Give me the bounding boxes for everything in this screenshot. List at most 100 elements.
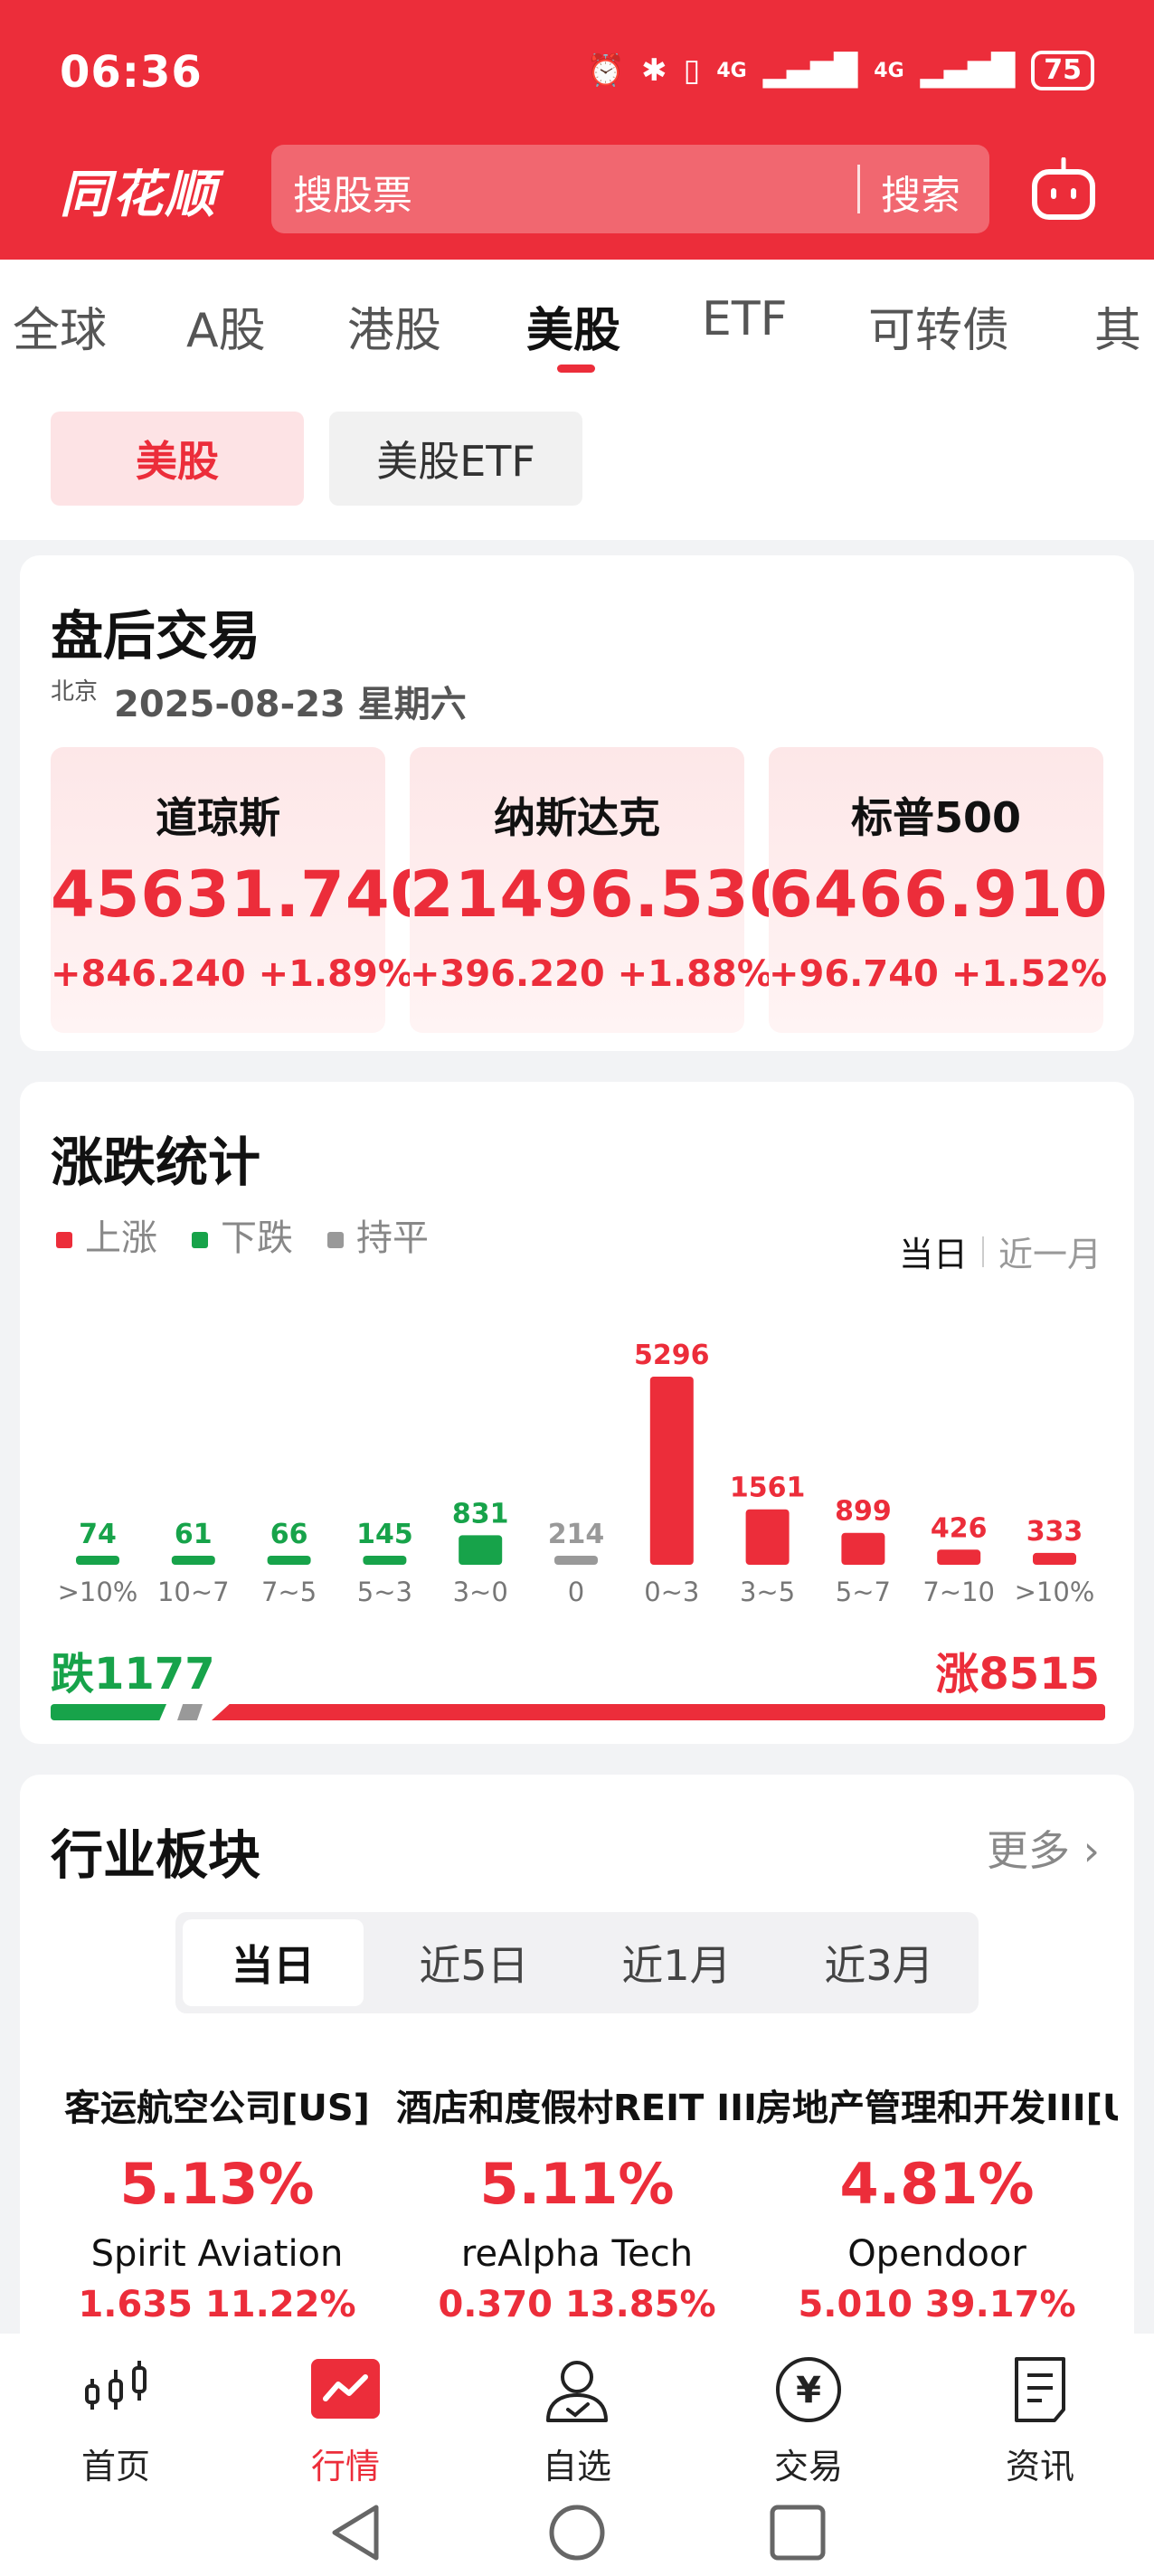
sub-tabs: 美股 美股ETF xyxy=(0,377,1154,540)
bar-category-label: 0 xyxy=(568,1577,584,1607)
bar-category-label: >10% xyxy=(1015,1577,1095,1607)
tab-etf[interactable]: ETF xyxy=(702,292,788,346)
bar-value-label: 5296 xyxy=(634,1340,710,1371)
market-tabs: 全球 A股 港股 美股 ETF 可转债 其 xyxy=(0,260,1154,377)
search-divider xyxy=(857,165,860,213)
active-tab-indicator xyxy=(557,365,595,373)
sector-item[interactable]: 客运航空公司[US] 5.13% Spirit Aviation 1.635 1… xyxy=(36,2079,398,2325)
recents-icon xyxy=(770,2505,826,2561)
index-value: 21496.530 xyxy=(410,857,795,932)
alarm-icon: ⏰ xyxy=(586,52,626,89)
search-button[interactable]: 搜索 xyxy=(881,163,960,221)
bar-fall xyxy=(459,1535,503,1565)
bar-value-label: 145 xyxy=(356,1519,413,1550)
index-card-nasdaq[interactable]: 纳斯达克 21496.530 +396.220 +1.88% xyxy=(410,747,795,1033)
sector-period-today[interactable]: 当日 xyxy=(183,1919,364,2006)
search-box[interactable]: 搜股票 搜索 xyxy=(271,145,989,233)
tab-a-shares[interactable]: A股 xyxy=(186,292,266,360)
sector-pct: 5.13% xyxy=(119,2151,315,2217)
sector-leader: reAlpha Tech xyxy=(460,2233,694,2275)
nav-label: 首页 xyxy=(80,2447,150,2486)
sector-pct: 4.81% xyxy=(839,2151,1035,2217)
bar-rise xyxy=(937,1549,981,1565)
sector-item[interactable]: 房地产管理和开发III[U 4.81% Opendoor 5.010 39.17… xyxy=(756,2079,1118,2325)
robot-assistant-icon[interactable] xyxy=(1029,157,1098,223)
bar-flat xyxy=(554,1556,598,1565)
nav-watchlist[interactable]: 自选 xyxy=(487,2353,667,2488)
bar-category-label: 0~3 xyxy=(644,1577,699,1607)
timezone-label: 北京 xyxy=(51,678,99,706)
index-name: 纳斯达克 xyxy=(494,793,660,842)
bar-fall xyxy=(76,1556,119,1565)
nav-market[interactable]: 行情 xyxy=(255,2353,436,2488)
ratio-bar-rise xyxy=(212,1704,1105,1720)
sector-leader: Opendoor xyxy=(847,2233,1026,2275)
tab-us-stocks[interactable]: 美股 xyxy=(526,292,620,360)
sector-name: 客运航空公司[US] xyxy=(64,2088,370,2129)
trading-date: 2025-08-23 星期六 xyxy=(114,684,467,725)
bar-rise xyxy=(649,1377,694,1565)
sector-period-1m[interactable]: 近1月 xyxy=(586,1919,767,2006)
index-card-dow[interactable]: 道琼斯 45631.740 +846.240 +1.89% xyxy=(51,747,436,1033)
bar-rise xyxy=(1033,1552,1076,1565)
sector-period-5d[interactable]: 近5日 xyxy=(383,1919,564,2006)
chevron-right-icon: › xyxy=(1083,1826,1100,1875)
bar-value-label: 66 xyxy=(270,1519,308,1550)
tab-other[interactable]: 其 xyxy=(1094,292,1141,360)
sector-leader-quote: 1.635 11.22% xyxy=(78,2284,356,2325)
bluetooth-icon: ✱ xyxy=(641,52,667,89)
vibrate-icon: ▯ xyxy=(683,52,701,89)
after-hours-title: 盘后交易 xyxy=(51,605,261,667)
ratio-bar-fall xyxy=(51,1704,166,1720)
index-value: 45631.740 xyxy=(51,857,436,932)
sector-leader-quote: 5.010 39.17% xyxy=(798,2284,1076,2325)
sector-item[interactable]: 酒店和度假村REIT III[ 5.11% reAlpha Tech 0.370… xyxy=(396,2079,758,2325)
signal-icon-1: ▂▄▆█ xyxy=(762,52,858,89)
bar-rise xyxy=(841,1532,885,1565)
bar-fall xyxy=(363,1556,407,1565)
tab-global[interactable]: 全球 xyxy=(13,292,107,360)
bar-value-label: 831 xyxy=(452,1498,509,1530)
nav-trade[interactable]: ¥ 交易 xyxy=(718,2353,899,2488)
bar-value-label: 333 xyxy=(1026,1516,1083,1548)
status-time: 06:36 xyxy=(60,47,203,98)
index-card-sp500[interactable]: 标普500 6466.910 +96.740 +1.52% xyxy=(769,747,1108,1033)
bar-value-label: 61 xyxy=(175,1519,213,1550)
sector-period-3m[interactable]: 近3月 xyxy=(789,1919,970,2006)
rise-total: 涨8515 xyxy=(935,1649,1100,1700)
ratio-bar-flat xyxy=(177,1704,203,1720)
sector-title: 行业板块 xyxy=(51,1824,261,1886)
bar-value-label: 899 xyxy=(835,1496,892,1528)
sector-leader: Spirit Aviation xyxy=(90,2233,344,2275)
index-name: 道琼斯 xyxy=(156,793,280,842)
sector-pct: 5.11% xyxy=(479,2151,675,2217)
nav-label: 行情 xyxy=(310,2447,380,2486)
app-logo: 同花顺 xyxy=(60,166,217,224)
network-label-1: 4G xyxy=(716,59,747,82)
nav-label: 交易 xyxy=(773,2447,843,2486)
nav-news[interactable]: 资讯 xyxy=(950,2353,1130,2488)
tab-hk-shares[interactable]: 港股 xyxy=(347,292,441,360)
bar-value-label: 74 xyxy=(79,1519,117,1550)
subtab-us-etf[interactable]: 美股ETF xyxy=(329,412,582,506)
nav-home[interactable]: 首页 xyxy=(25,2353,206,2488)
battery-indicator: 75 xyxy=(1031,51,1094,90)
home-icon xyxy=(549,2505,605,2561)
sector-more-link[interactable]: 更多 › xyxy=(987,1818,1100,1878)
after-hours-card: 盘后交易 北京 2025-08-23 星期六 道琼斯 45631.740 +84… xyxy=(20,555,1134,1051)
search-input[interactable]: 搜股票 xyxy=(293,163,412,221)
market-icon xyxy=(311,2359,380,2419)
home-chart-icon xyxy=(85,2361,147,2410)
bar-category-label: 5~7 xyxy=(836,1577,891,1607)
nav-label: 资讯 xyxy=(1005,2447,1074,2486)
svg-text:¥: ¥ xyxy=(796,2370,821,2411)
bar-category-label: 3~0 xyxy=(453,1577,508,1607)
bar-category-label: 7~5 xyxy=(261,1577,317,1607)
bar-category-label: 10~7 xyxy=(157,1577,230,1607)
bar-category-label: >10% xyxy=(58,1577,138,1607)
bar-fall xyxy=(267,1556,311,1565)
tab-convertible-bonds[interactable]: 可转债 xyxy=(868,292,1009,360)
subtab-us-stocks[interactable]: 美股 xyxy=(51,412,304,506)
back-icon xyxy=(332,2505,379,2561)
rise-fall-bar-chart: 74 >10% 61 10~7 66 7~5 145 5~3 831 3~0 214 0 5296 0~3… xyxy=(58,1340,1095,1607)
